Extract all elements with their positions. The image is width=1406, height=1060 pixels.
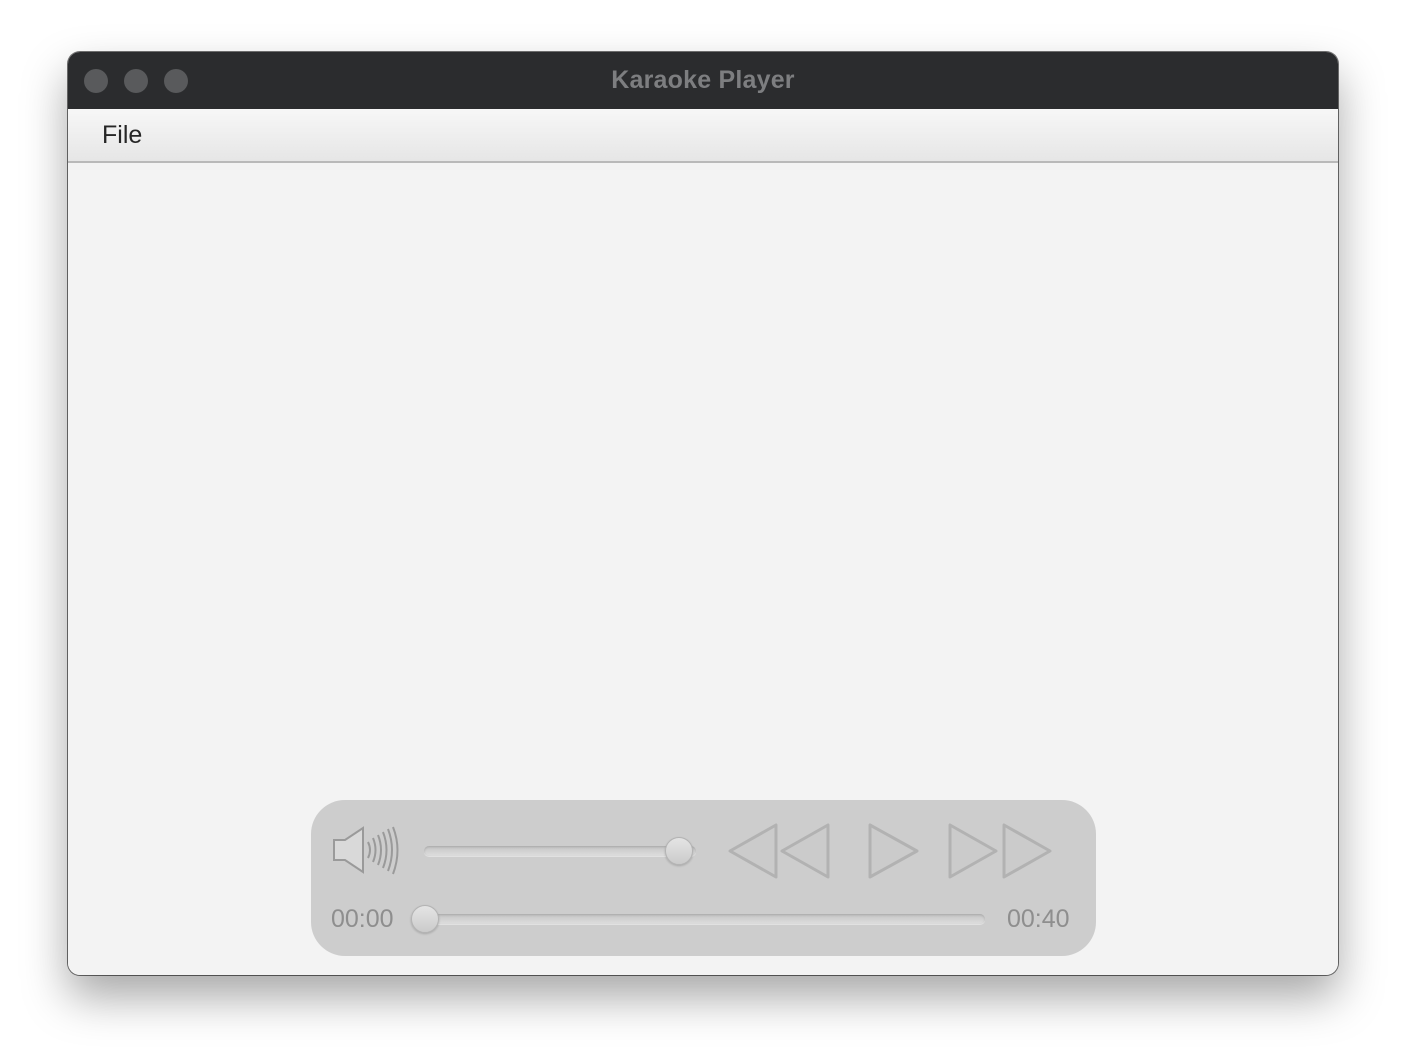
video-area: 00:00 00:40	[68, 163, 1338, 975]
fast-forward-icon[interactable]	[944, 822, 1056, 880]
rewind-icon[interactable]	[726, 822, 834, 880]
player-controls: 00:00 00:40	[311, 800, 1096, 956]
seek-slider-thumb[interactable]	[411, 905, 439, 933]
current-time-label: 00:00	[331, 905, 394, 933]
total-time-label: 00:40	[1007, 905, 1070, 933]
volume-slider-thumb[interactable]	[665, 837, 693, 865]
menu-item-file[interactable]: File	[92, 117, 152, 153]
volume-slider[interactable]	[424, 846, 696, 856]
play-icon[interactable]	[864, 822, 922, 880]
window-title: Karaoke Player	[611, 66, 795, 94]
speaker-volume-icon[interactable]	[331, 824, 407, 878]
title-bar[interactable]: Karaoke Player	[68, 52, 1338, 109]
menu-bar: File	[68, 109, 1338, 163]
app-window: Karaoke Player File 00:00 00:40	[68, 52, 1338, 975]
seek-slider[interactable]	[415, 914, 985, 924]
